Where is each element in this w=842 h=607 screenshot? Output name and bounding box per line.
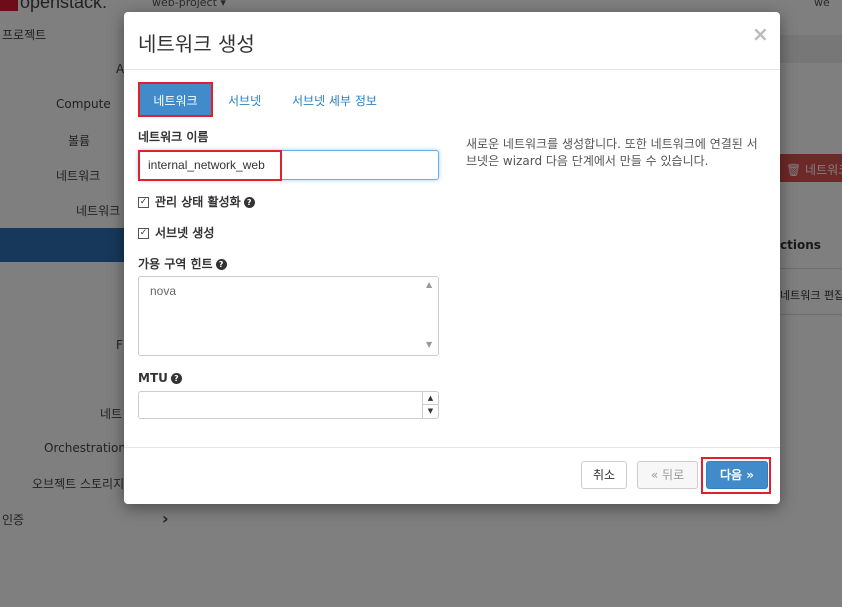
admin-state-label: 관리 상태 활성화 <box>155 195 241 209</box>
az-hint-label: 가용 구역 힌트 <box>138 257 213 271</box>
stepper-down-icon[interactable]: ▼ <box>423 405 438 418</box>
cancel-button[interactable]: 취소 <box>581 461 627 489</box>
az-hint-value: nova <box>150 284 177 298</box>
mtu-input[interactable] <box>138 391 439 419</box>
tab-subnet-details[interactable]: 서브넷 세부 정보 <box>292 92 377 109</box>
modal-title: 네트워크 생성 <box>138 32 255 56</box>
modal-description: 새로운 네트워크를 생성합니다. 또한 네트워크에 연결된 서브넷은 wizar… <box>466 137 758 168</box>
question-circle-icon: ? <box>215 259 227 270</box>
network-name-highlight <box>138 150 282 181</box>
tab-subnet[interactable]: 서브넷 <box>228 92 261 109</box>
modal-header: 네트워크 생성 × <box>124 12 780 70</box>
back-button[interactable]: « 뒤로 <box>637 461 698 489</box>
next-button-highlight <box>701 457 771 494</box>
mtu-stepper[interactable]: ▲ ▼ <box>422 392 438 418</box>
create-subnet-checkbox-row[interactable]: ✓ 서브넷 생성 <box>138 224 214 241</box>
mtu-label-row: MTU? <box>138 371 182 385</box>
close-icon[interactable]: × <box>752 22 769 46</box>
modal-footer-divider <box>124 447 780 448</box>
network-name-label: 네트워크 이름 <box>138 130 209 144</box>
question-circle-icon: ? <box>243 197 255 208</box>
create-subnet-label: 서브넷 생성 <box>155 226 215 240</box>
tab-network[interactable]: 네트워크 <box>138 82 213 117</box>
scroll-up-icon[interactable]: ▲ <box>426 280 432 289</box>
create-network-modal: 네트워크 생성 × 네트워크 서브넷 서브넷 세부 정보 네트워크 이름 int… <box>124 12 780 504</box>
az-hint-scrollbar[interactable]: ▲ ▼ <box>423 278 437 354</box>
az-hint-label-row: 가용 구역 힌트? <box>138 255 227 272</box>
question-circle-icon: ? <box>170 373 182 384</box>
stepper-up-icon[interactable]: ▲ <box>423 392 438 405</box>
admin-state-checkbox[interactable]: ✓ <box>138 197 149 208</box>
mtu-label: MTU <box>138 371 168 385</box>
scroll-down-icon[interactable]: ▼ <box>426 340 432 349</box>
create-subnet-checkbox[interactable]: ✓ <box>138 228 149 239</box>
admin-state-checkbox-row[interactable]: ✓ 관리 상태 활성화? <box>138 193 255 210</box>
az-hint-textarea[interactable] <box>138 276 439 356</box>
